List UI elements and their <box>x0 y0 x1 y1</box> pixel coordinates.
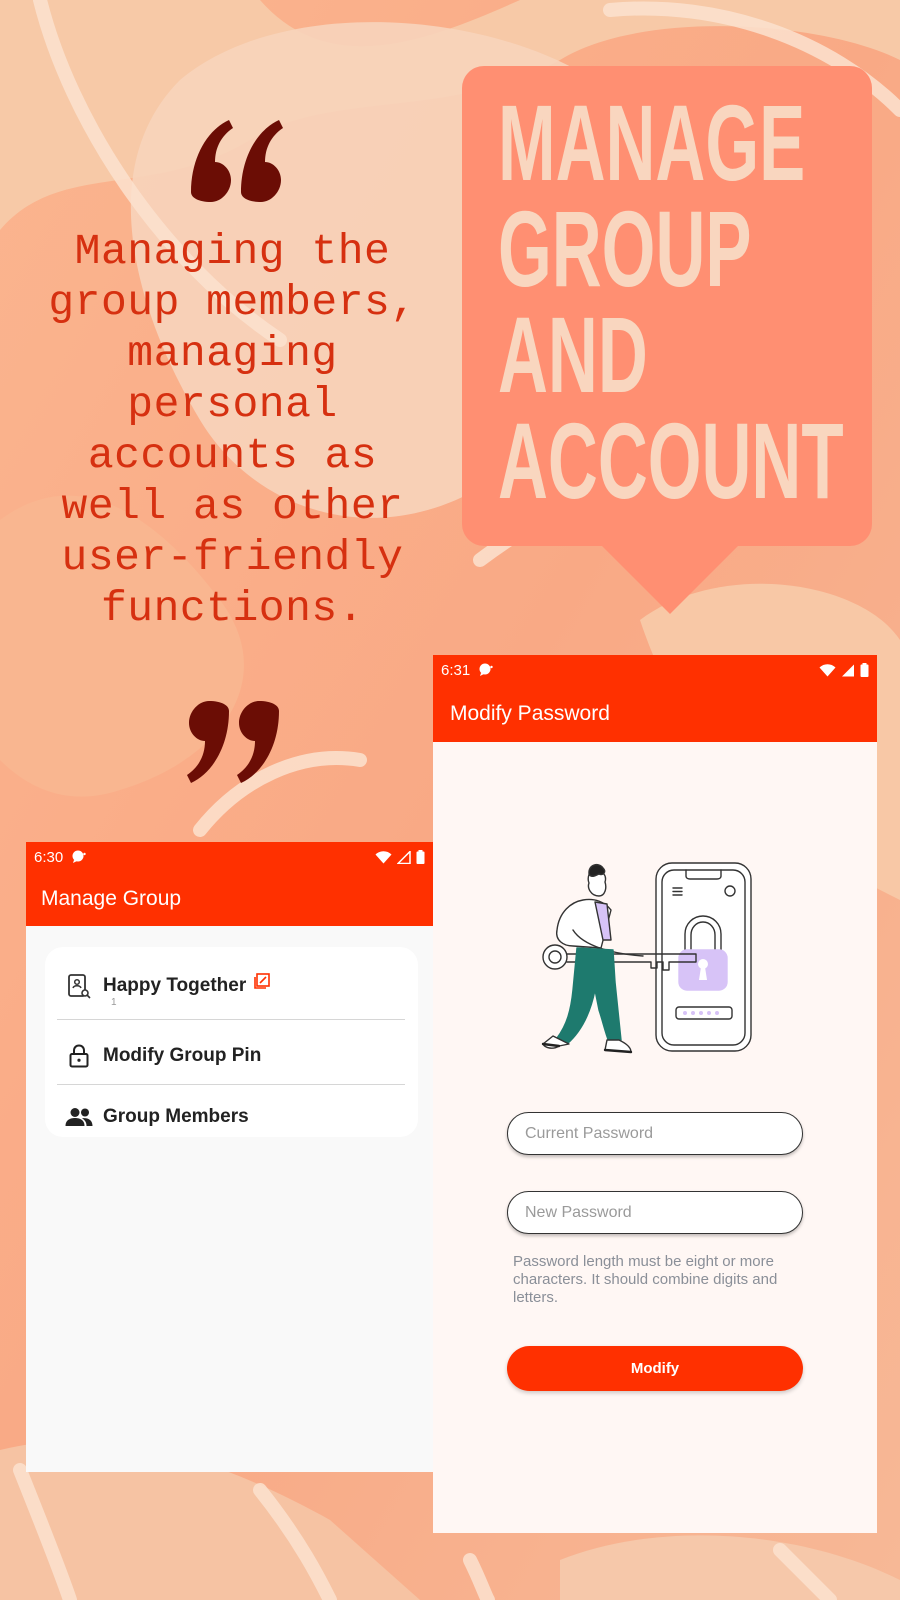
screen-title: Manage Group <box>41 887 182 910</box>
status-time: 6:30 <box>34 848 64 866</box>
modify-group-pin-item[interactable]: Modify Group Pin <box>57 1031 405 1081</box>
chat-notification-icon <box>479 663 493 676</box>
status-time: 6:31 <box>441 661 471 679</box>
wifi-icon <box>375 850 392 863</box>
status-bar: 6:30 <box>26 842 433 872</box>
divider <box>57 1019 405 1020</box>
open-quote-icon <box>191 120 283 202</box>
screen-title: Modify Password <box>450 701 610 725</box>
app-bar: Modify Password <box>433 685 877 742</box>
close-quote-icon <box>187 701 279 783</box>
signal-icon <box>842 664 854 676</box>
bubble-tail <box>600 544 740 614</box>
group-member-count: 1 <box>111 997 117 1008</box>
headline-line: GROUP <box>498 188 752 309</box>
app-bar: Manage Group <box>26 872 433 926</box>
group-name-row[interactable]: Happy Together 1 <box>57 957 405 1015</box>
group-members-item[interactable]: Group Members <box>57 1095 405 1139</box>
people-icon <box>65 1103 93 1131</box>
modify-button[interactable]: Modify <box>507 1346 803 1391</box>
wifi-icon <box>819 663 836 676</box>
promo-quote-text: Managing the group members, managing per… <box>48 227 417 633</box>
lock-icon <box>65 1042 93 1070</box>
new-password-input[interactable] <box>507 1191 803 1234</box>
headline-line: AND <box>498 294 648 415</box>
group-options-card: Happy Together 1 Modify Group Pin Group … <box>45 947 418 1137</box>
battery-icon <box>416 850 425 864</box>
headline: MANAGE GROUP AND ACCOUNT <box>498 82 844 521</box>
status-bar: 6:31 <box>433 655 877 685</box>
edit-icon[interactable] <box>254 972 271 994</box>
divider <box>57 1084 405 1085</box>
group-members-label: Group Members <box>103 1106 249 1127</box>
battery-icon <box>860 663 869 677</box>
group-profile-icon <box>65 972 93 1000</box>
modify-group-pin-label: Modify Group Pin <box>103 1045 262 1066</box>
manage-group-screen: 6:30 Manage Group Happy Together 1 Modif… <box>26 842 433 1472</box>
group-name: Happy Together <box>103 975 247 996</box>
password-hint: Password length must be eight or more ch… <box>513 1253 778 1306</box>
chat-notification-icon <box>72 850 86 863</box>
headline-line: ACCOUNT <box>498 400 844 521</box>
modify-password-screen: 6:31 Modify Password Password length mus… <box>433 655 877 1533</box>
phone-lock-illustration <box>541 862 752 1054</box>
current-password-input[interactable] <box>507 1112 803 1155</box>
signal-icon <box>397 850 411 864</box>
headline-line: MANAGE <box>498 82 806 203</box>
